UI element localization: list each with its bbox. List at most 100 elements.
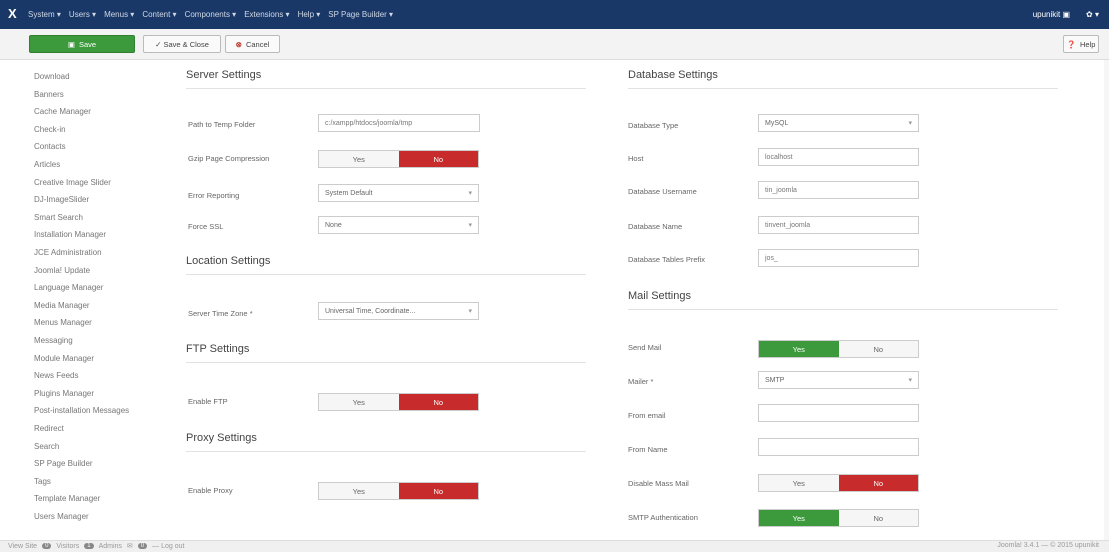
menu-users[interactable]: Users ▾ (69, 10, 96, 19)
gzip-no-option[interactable]: No (398, 151, 478, 167)
sidebar-item[interactable]: Tags (34, 477, 51, 486)
sidebar-item[interactable]: SP Page Builder (34, 459, 93, 468)
cancel-button[interactable]: ⊗ Cancel (225, 35, 280, 53)
save-close-button[interactable]: ✓ Save & Close (143, 35, 221, 53)
enable-proxy-toggle[interactable]: Yes No (318, 482, 479, 500)
enable-proxy-label: Enable Proxy (188, 486, 233, 495)
mailer-select[interactable]: SMTP ▾ (758, 371, 919, 389)
joomla-logo-icon[interactable]: X (8, 7, 21, 20)
mass-mail-yes-option[interactable]: Yes (759, 475, 839, 491)
messages-icon[interactable]: ✉ (127, 542, 133, 550)
sidebar-item[interactable]: Smart Search (34, 213, 83, 222)
divider (186, 274, 586, 275)
send-mail-yes-option[interactable]: Yes (759, 341, 839, 357)
menu-menus[interactable]: Menus ▾ (104, 10, 134, 19)
force-ssl-value: None (325, 221, 342, 229)
sidebar-item[interactable]: Template Manager (34, 494, 100, 503)
db-username-label: Database Username (628, 187, 697, 196)
ftp-yes-option[interactable]: Yes (319, 394, 399, 410)
error-reporting-label: Error Reporting (188, 191, 240, 200)
sidebar-item[interactable]: Joomla! Update (34, 266, 90, 275)
timezone-select[interactable]: Universal Time, Coordinate... ▾ (318, 302, 479, 320)
sidebar-item[interactable]: Creative Image Slider (34, 178, 111, 187)
error-reporting-select[interactable]: System Default ▾ (318, 184, 479, 202)
ftp-settings-heading: FTP Settings (186, 343, 250, 355)
help-icon: ❓ (1066, 39, 1076, 49)
send-mail-no-option[interactable]: No (838, 341, 918, 357)
proxy-no-option[interactable]: No (398, 483, 478, 499)
sidebar-item[interactable]: Plugins Manager (34, 389, 94, 398)
gzip-label: Gzip Page Compression (188, 154, 270, 163)
menu-content[interactable]: Content ▾ (142, 10, 176, 19)
smtp-auth-yes-option[interactable]: Yes (759, 510, 839, 526)
sidebar-item[interactable]: Module Manager (34, 354, 94, 363)
sidebar-item[interactable]: Installation Manager (34, 230, 106, 239)
smtp-auth-no-option[interactable]: No (838, 510, 918, 526)
site-link[interactable]: upunikit ▣ (1033, 10, 1070, 19)
menu-components[interactable]: Components ▾ (185, 10, 237, 19)
sidebar-item[interactable]: JCE Administration (34, 248, 102, 257)
menu-sp-page-builder[interactable]: SP Page Builder ▾ (328, 10, 393, 19)
chevron-down-icon: ▾ (468, 308, 472, 315)
proxy-yes-option[interactable]: Yes (319, 483, 399, 499)
db-type-label: Database Type (628, 121, 679, 130)
logout-link[interactable]: — Log out (152, 543, 184, 550)
menu-extensions[interactable]: Extensions ▾ (244, 10, 289, 19)
smtp-auth-label: SMTP Authentication (628, 513, 698, 522)
divider (628, 88, 1058, 89)
host-label: Host (628, 154, 644, 163)
enable-ftp-toggle[interactable]: Yes No (318, 393, 479, 411)
sidebar-item[interactable]: Check-in (34, 125, 66, 134)
error-reporting-value: System Default (325, 189, 373, 197)
main-menu: System ▾ Users ▾ Menus ▾ Content ▾ Compo… (28, 0, 401, 29)
db-username-input[interactable]: tin_joomla (758, 181, 919, 199)
from-name-input[interactable] (758, 438, 919, 456)
copyright: Joomla! 3.4.1 — © 2015 upunikit (997, 542, 1099, 549)
db-name-input[interactable]: tinvent_joomla (758, 216, 919, 234)
menu-help[interactable]: Help ▾ (298, 10, 321, 19)
messages-badge: 0 (137, 543, 148, 549)
disable-mass-mail-toggle[interactable]: Yes No (758, 474, 919, 492)
timezone-value: Universal Time, Coordinate... (325, 307, 416, 315)
timezone-label: Server Time Zone * (188, 309, 253, 318)
cancel-icon: ⊗ (235, 39, 242, 49)
force-ssl-label: Force SSL (188, 222, 224, 231)
view-site-link[interactable]: View Site (8, 543, 37, 550)
sidebar-item[interactable]: News Feeds (34, 371, 78, 380)
help-button[interactable]: ❓ Help (1063, 35, 1099, 53)
smtp-auth-toggle[interactable]: Yes No (758, 509, 919, 527)
db-prefix-input[interactable]: jos_ (758, 249, 919, 267)
sidebar-item[interactable]: Articles (34, 160, 60, 169)
sidebar-item[interactable]: DJ-ImageSlider (34, 195, 89, 204)
mail-settings-heading: Mail Settings (628, 290, 691, 302)
gear-icon[interactable]: ✿ ▾ (1086, 10, 1099, 19)
sidebar-item[interactable]: Redirect (34, 424, 64, 433)
db-type-select[interactable]: MySQL ▾ (758, 114, 919, 132)
sidebar-item[interactable]: Search (34, 442, 59, 451)
temp-folder-input[interactable]: c:/xampp/htdocs/joomla/tmp (318, 114, 480, 132)
sidebar-item[interactable]: Users Manager (34, 512, 89, 521)
from-email-input[interactable] (758, 404, 919, 422)
sidebar-item[interactable]: Cache Manager (34, 107, 91, 116)
gzip-toggle[interactable]: Yes No (318, 150, 479, 168)
sidebar-item[interactable]: Banners (34, 90, 64, 99)
host-input[interactable]: localhost (758, 148, 919, 166)
gzip-yes-option[interactable]: Yes (319, 151, 399, 167)
ftp-no-option[interactable]: No (398, 394, 478, 410)
sidebar-item[interactable]: Language Manager (34, 283, 103, 292)
send-mail-toggle[interactable]: Yes No (758, 340, 919, 358)
sidebar-item[interactable]: Media Manager (34, 301, 90, 310)
cancel-label: Cancel (245, 39, 270, 49)
sidebar-item[interactable]: Post-installation Messages (34, 406, 129, 415)
sidebar-item[interactable]: Contacts (34, 142, 66, 151)
divider (186, 362, 586, 363)
visitors-label: Visitors (56, 542, 80, 550)
force-ssl-select[interactable]: None ▾ (318, 216, 479, 234)
save-button[interactable]: ▣ Save (29, 35, 135, 53)
sidebar-item[interactable]: Messaging (34, 336, 73, 345)
page-scrollbar[interactable] (1104, 60, 1109, 540)
sidebar-item[interactable]: Menus Manager (34, 318, 92, 327)
mass-mail-no-option[interactable]: No (838, 475, 918, 491)
menu-system[interactable]: System ▾ (28, 10, 61, 19)
sidebar-item[interactable]: Download (34, 72, 70, 81)
